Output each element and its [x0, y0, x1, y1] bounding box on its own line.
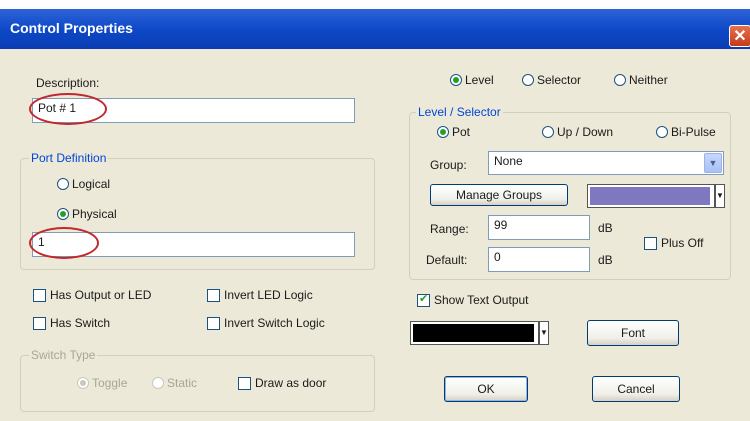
toggle-radio[interactable] [77, 377, 89, 389]
neither-radio[interactable] [614, 74, 626, 86]
default-label: Default: [426, 253, 468, 267]
has-switch-label: Has Switch [50, 316, 111, 330]
chevron-down-icon: ▼ [716, 191, 724, 200]
group-color-swatch [590, 187, 710, 205]
invert-led-label: Invert LED Logic [224, 288, 313, 302]
plus-off-checkbox[interactable] [644, 237, 657, 250]
show-text-output-checkbox[interactable] [417, 292, 430, 307]
ok-label: OK [477, 382, 495, 396]
dialog-body: Description: Pot # 1 Port Definition Log… [0, 49, 750, 421]
description-label: Description: [36, 76, 100, 90]
level-selector-legend: Level / Selector [416, 105, 503, 119]
show-text-output-label: Show Text Output [434, 293, 529, 307]
invert-switch-checkbox[interactable] [207, 317, 220, 330]
close-icon: ✕ [733, 28, 747, 45]
font-button[interactable]: Font [587, 320, 679, 346]
ok-button[interactable]: OK [444, 376, 528, 402]
cancel-label: Cancel [617, 382, 655, 396]
pot-radio[interactable] [437, 126, 449, 138]
has-switch-checkbox[interactable] [33, 317, 46, 330]
title-bar[interactable]: Control Properties ✕ [0, 9, 750, 49]
has-output-led-label: Has Output or LED [50, 288, 152, 302]
color-dropdown-arrow[interactable]: ▼ [715, 184, 725, 208]
group-value: None [494, 154, 523, 168]
text-color-swatch [413, 324, 534, 342]
static-radio[interactable] [152, 377, 164, 389]
pot-label: Pot [452, 125, 471, 139]
selector-label: Selector [537, 73, 582, 87]
group-label: Group: [430, 158, 467, 172]
chevron-down-icon[interactable]: ▼ [704, 153, 722, 173]
toggle-label: Toggle [92, 376, 128, 390]
group-color-picker[interactable] [587, 184, 715, 208]
level-label: Level [465, 73, 494, 87]
invert-switch-label: Invert Switch Logic [224, 316, 325, 330]
neither-label: Neither [629, 73, 668, 87]
draw-as-door-checkbox[interactable] [238, 377, 251, 390]
default-value: 0 [494, 250, 501, 264]
range-unit: dB [598, 221, 613, 235]
selector-radio[interactable] [522, 74, 534, 86]
logical-label: Logical [72, 177, 111, 191]
close-button[interactable]: ✕ [729, 25, 750, 47]
logical-radio[interactable] [57, 178, 69, 190]
physical-radio[interactable] [57, 208, 69, 220]
has-output-led-checkbox[interactable] [33, 289, 46, 302]
manage-groups-label: Manage Groups [455, 188, 543, 202]
range-value: 99 [494, 218, 508, 232]
level-radio[interactable] [450, 74, 462, 86]
font-button-label: Font [620, 326, 645, 340]
physical-label: Physical [72, 207, 117, 221]
chevron-down-icon: ▼ [540, 328, 548, 337]
plus-off-label: Plus Off [661, 236, 704, 250]
invert-led-checkbox[interactable] [207, 289, 220, 302]
cancel-button[interactable]: Cancel [592, 376, 680, 402]
range-input[interactable]: 99 [488, 215, 590, 240]
bipulse-radio[interactable] [656, 126, 668, 138]
group-select[interactable]: None ▼ [488, 151, 724, 175]
switch-type-legend: Switch Type [29, 348, 98, 362]
highlight-ellipse [29, 93, 107, 125]
updown-label: Up / Down [557, 125, 614, 139]
updown-radio[interactable] [542, 126, 554, 138]
draw-as-door-label: Draw as door [255, 376, 327, 390]
range-label: Range: [430, 222, 469, 236]
port-definition-legend: Port Definition [29, 151, 109, 165]
text-color-dropdown-arrow[interactable]: ▼ [539, 321, 549, 345]
default-input[interactable]: 0 [488, 247, 590, 272]
bipulse-label: Bi-Pulse [671, 125, 716, 139]
default-unit: dB [598, 253, 613, 267]
text-color-picker[interactable] [410, 321, 539, 345]
static-label: Static [167, 376, 198, 390]
manage-groups-button[interactable]: Manage Groups [430, 184, 568, 206]
highlight-ellipse-port [29, 227, 99, 259]
window-title: Control Properties [10, 20, 133, 36]
